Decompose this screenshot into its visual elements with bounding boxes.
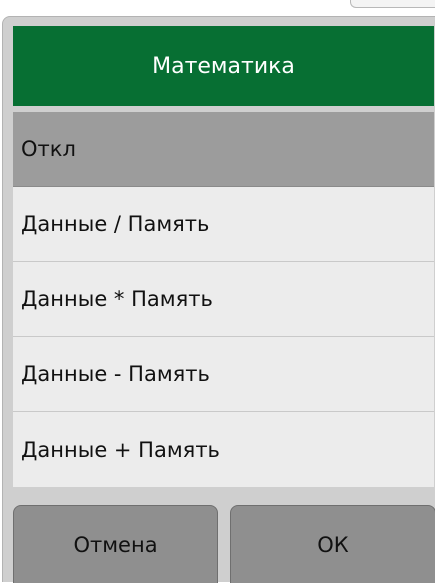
option-data-plus-memory[interactable]: Данные + Память xyxy=(13,412,434,487)
option-data-multiply-memory[interactable]: Данные * Память xyxy=(13,262,434,337)
option-data-minus-memory[interactable]: Данные - Память xyxy=(13,337,434,412)
option-data-divide-memory[interactable]: Данные / Память xyxy=(13,187,434,262)
option-off[interactable]: Откл xyxy=(13,112,434,187)
cancel-button[interactable]: Отмена xyxy=(13,505,218,583)
ok-button[interactable]: ОК xyxy=(230,505,435,583)
dialog-title: Математика xyxy=(13,26,434,106)
background-window-edge xyxy=(350,0,435,8)
math-dialog: Математика Откл Данные / Память Данные *… xyxy=(2,16,435,583)
math-options-list: Откл Данные / Память Данные * Память Дан… xyxy=(13,112,434,487)
